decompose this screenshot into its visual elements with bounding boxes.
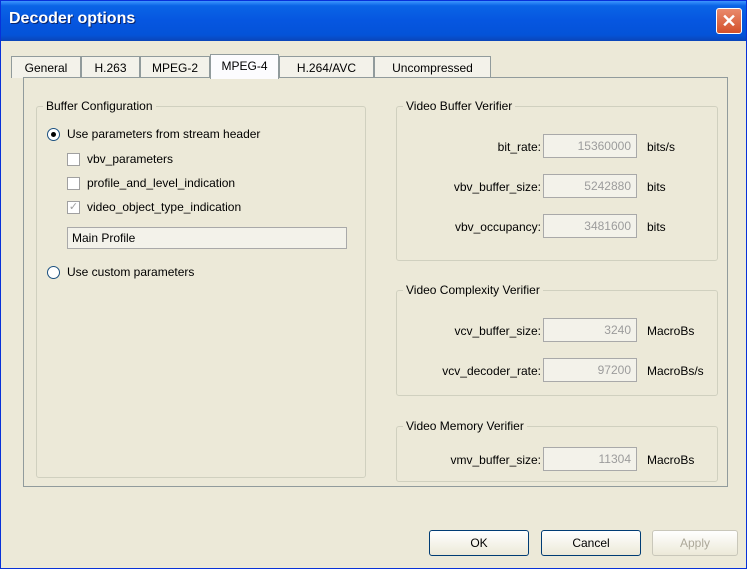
video-object-type-label: video_object_type_indication [87, 200, 242, 214]
tab-uncompressed[interactable]: Uncompressed [374, 56, 491, 78]
vcv-buffer-size-unit: MacroBs [647, 324, 695, 338]
vmv-buffer-size-label: vmv_buffer_size: [450, 453, 542, 467]
window-title: Decoder options [9, 10, 136, 27]
vbv-parameters-checkbox[interactable] [67, 153, 80, 166]
profile-level-checkbox[interactable] [67, 177, 80, 190]
close-button[interactable]: ✕ [716, 8, 742, 34]
tab-mpeg2[interactable]: MPEG-2 [140, 56, 210, 78]
use-stream-header-label: Use parameters from stream header [67, 127, 261, 141]
cancel-button[interactable]: Cancel [541, 530, 641, 556]
tab-h264-avc[interactable]: H.264/AVC [279, 56, 374, 78]
vbv-buffer-size-label: vbv_buffer_size: [453, 180, 541, 194]
use-custom-label: Use custom parameters [67, 265, 195, 279]
vcv-buffer-size-label: vcv_buffer_size: [454, 324, 542, 338]
vbv-occupancy-unit: bits [647, 220, 666, 234]
vbv-title: Video Buffer Verifier [403, 99, 516, 113]
vcv-buffer-size-field: 3240 [543, 318, 637, 342]
vbv-buffer-size-field: 5242880 [543, 174, 637, 198]
video-buffer-verifier-group: Video Buffer Verifier bit_rate: 15360000… [396, 99, 718, 261]
apply-button[interactable]: Apply [652, 530, 738, 556]
profile-level-label: profile_and_level_indication [87, 176, 236, 190]
bit-rate-field: 15360000 [543, 134, 637, 158]
buffer-configuration-title: Buffer Configuration [43, 99, 156, 113]
vmv-buffer-size-unit: MacroBs [647, 453, 695, 467]
decoder-options-window: Decoder options ✕ General H.263 MPEG-2 M… [0, 0, 747, 569]
bit-rate-unit: bits/s [647, 140, 676, 154]
video-memory-verifier-group: Video Memory Verifier vmv_buffer_size: 1… [396, 419, 718, 482]
ok-button[interactable]: OK [429, 530, 529, 556]
bit-rate-label: bit_rate: [497, 140, 541, 154]
profile-field: Main Profile [67, 227, 347, 249]
tab-h263[interactable]: H.263 [81, 56, 140, 78]
vcv-decoder-rate-label: vcv_decoder_rate: [442, 364, 541, 378]
video-complexity-verifier-group: Video Complexity Verifier vcv_buffer_siz… [396, 283, 718, 396]
vcv-decoder-rate-field: 97200 [543, 358, 637, 382]
tab-general[interactable]: General [11, 56, 81, 78]
vbv-buffer-size-unit: bits [647, 180, 666, 194]
video-object-type-checkbox[interactable]: ✓ [67, 201, 80, 214]
use-custom-radio[interactable] [47, 266, 60, 279]
vmv-title: Video Memory Verifier [403, 419, 527, 433]
mpeg4-tab-panel: Buffer Configuration Use parameters from… [23, 77, 728, 487]
tab-mpeg4[interactable]: MPEG-4 [210, 54, 279, 79]
vbv-occupancy-field: 3481600 [543, 214, 637, 238]
vcv-decoder-rate-unit: MacroBs/s [647, 364, 704, 378]
vbv-occupancy-label: vbv_occupancy: [454, 220, 541, 234]
vmv-buffer-size-field: 11304 [543, 447, 637, 471]
vbv-parameters-label: vbv_parameters [87, 152, 174, 166]
buffer-configuration-group: Buffer Configuration Use parameters from… [36, 99, 366, 478]
title-bar[interactable]: Decoder options ✕ [1, 1, 746, 41]
vcv-title: Video Complexity Verifier [403, 283, 543, 297]
use-stream-header-radio[interactable] [47, 128, 60, 141]
